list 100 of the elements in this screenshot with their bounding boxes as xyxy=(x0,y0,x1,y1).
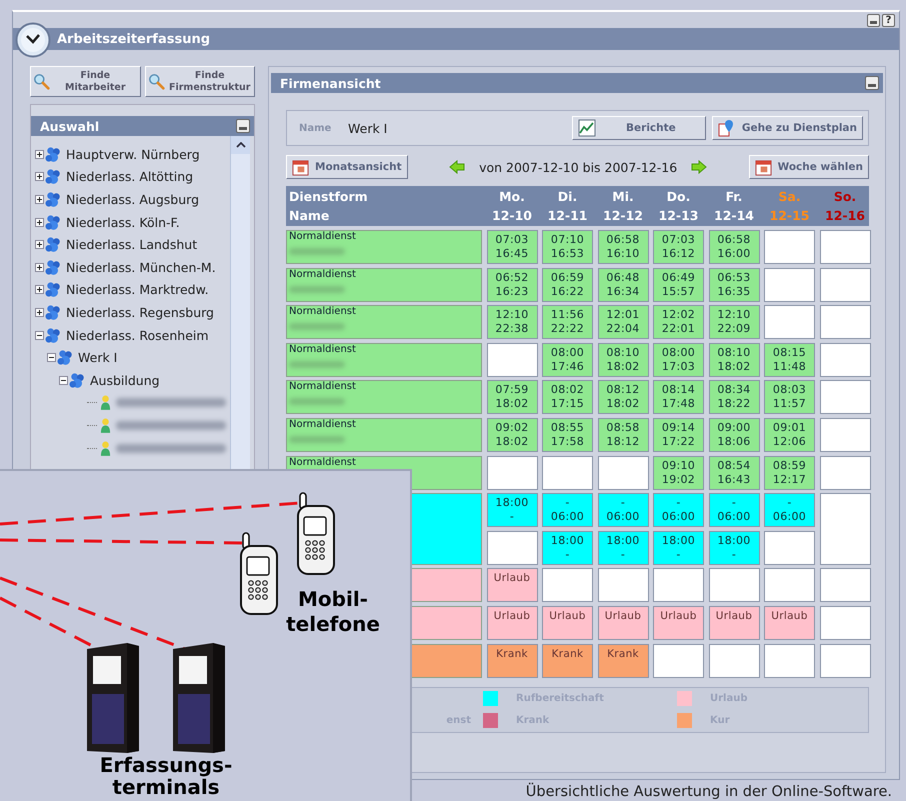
expand-toggle[interactable] xyxy=(35,240,44,250)
tree-item[interactable]: Niederlass. Regensburg xyxy=(66,304,214,320)
tree-item[interactable]: Niederlass. Rosenheim xyxy=(66,328,209,343)
caption: Übersichtliche Auswertung in der Online-Software. xyxy=(526,783,892,801)
time-cell: 08:00 17:03 xyxy=(653,342,704,377)
time-cell: - 06:00 xyxy=(542,493,593,528)
time-cell: 06:48 16:34 xyxy=(598,268,648,302)
device-label: Erfassungs- terminals xyxy=(98,754,234,798)
time-cell: 08:10 18:02 xyxy=(598,342,648,377)
month-view-button[interactable]: Monatsansicht xyxy=(286,155,408,179)
time-cell: 12:01 22:04 xyxy=(598,305,648,340)
expand-toggle[interactable] xyxy=(35,194,44,204)
time-cell: 18:00 - xyxy=(486,493,538,528)
column-header: Di. 12-11 xyxy=(546,188,588,225)
calendar-icon xyxy=(292,158,309,176)
time-cell: 06:58 16:10 xyxy=(598,230,648,264)
time-cell: 06:58 16:00 xyxy=(708,230,760,264)
expand-toggle[interactable] xyxy=(35,285,44,294)
expand-toggle[interactable] xyxy=(35,172,44,182)
time-cell: Urlaub xyxy=(542,606,593,640)
time-cell: Urlaub xyxy=(486,568,538,602)
group-icon xyxy=(45,214,62,231)
time-cell: Krank xyxy=(598,644,648,678)
tree-item[interactable]: Niederlass. Köln-F. xyxy=(66,214,180,230)
time-cell: 06:59 16:22 xyxy=(542,268,593,302)
panel-title: Auswahl xyxy=(40,118,100,134)
person-icon xyxy=(100,440,111,457)
reports-button[interactable]: Berichte xyxy=(572,116,706,140)
tree-item[interactable]: Niederlass. Altötting xyxy=(66,169,194,184)
tree-item[interactable]: Niederlass. München-M. xyxy=(66,260,216,275)
map-pin-icon xyxy=(718,119,736,137)
week-select-button[interactable]: Woche wählen xyxy=(748,155,869,179)
group-icon xyxy=(45,258,62,276)
tree-item[interactable]: Ausbildung xyxy=(90,372,160,388)
column-header: So. 12-16 xyxy=(824,188,866,225)
time-cell: Urlaub xyxy=(598,606,648,640)
expand-toggle[interactable] xyxy=(35,308,44,317)
time-cell: 18:00 - xyxy=(598,530,648,565)
panel-title: Firmenansicht xyxy=(280,76,381,90)
time-cell: 12:10 22:38 xyxy=(486,305,538,340)
time-cell: 08:12 18:02 xyxy=(598,380,648,414)
time-cell: Urlaub xyxy=(708,606,760,640)
column-header: Do. 12-13 xyxy=(658,188,700,225)
time-cell: 09:10 19:02 xyxy=(653,456,704,490)
collapse-toggle[interactable] xyxy=(47,353,56,362)
column-header: Sa. 12-15 xyxy=(768,188,810,225)
time-cell: 09:01 12:06 xyxy=(764,418,815,452)
tree-item[interactable]: Hauptverw. Nürnberg xyxy=(66,146,200,162)
time-cell: 08:02 17:15 xyxy=(542,380,593,414)
time-cell: 08:14 17:48 xyxy=(653,380,704,414)
time-cell: 07:03 16:45 xyxy=(486,230,538,264)
find-button[interactable]: Finde Firmenstruktur xyxy=(144,66,255,97)
chart-icon xyxy=(578,119,596,137)
device-label: Mobil- telefone xyxy=(285,587,381,637)
expand-toggle[interactable] xyxy=(35,218,44,227)
time-cell: 12:02 22:01 xyxy=(653,305,704,340)
scroll-up-button[interactable] xyxy=(231,136,250,154)
roster-button[interactable]: Gehe zu Dienstplan xyxy=(712,116,863,140)
minimize-button[interactable] xyxy=(865,76,879,90)
field-value: Werk I xyxy=(348,120,388,136)
time-cell: - 06:00 xyxy=(598,493,648,528)
find-button[interactable]: Finde Mitarbeiter xyxy=(30,66,140,97)
tree-item[interactable]: Niederlass. Landshut xyxy=(66,237,198,252)
time-cell: - 06:00 xyxy=(653,493,704,528)
expand-toggle[interactable] xyxy=(35,150,44,159)
time-cell: 06:52 16:23 xyxy=(486,268,538,302)
name-cell: Normaldienst xyxy=(286,268,482,302)
tree-item[interactable]: Niederlass. Augsburg xyxy=(66,192,200,207)
time-cell: Urlaub xyxy=(764,606,815,640)
name-cell: Normaldienst xyxy=(286,230,482,264)
expand-toggle[interactable] xyxy=(35,262,44,272)
minimize-button[interactable] xyxy=(867,14,880,26)
window-title: Arbeitszeiterfassung xyxy=(57,32,210,46)
search-icon xyxy=(33,72,51,90)
time-cell: 18:00 - xyxy=(542,530,593,565)
column-header: Mi. 12-12 xyxy=(602,188,644,225)
column-header: Mo. 12-10 xyxy=(491,188,533,225)
time-cell: 08:54 16:43 xyxy=(708,456,760,490)
collapse-toggle[interactable] xyxy=(35,330,44,340)
time-cell: 12:10 22:09 xyxy=(708,305,760,340)
time-cell: 08:00 17:46 xyxy=(542,342,593,377)
time-cell: - 06:00 xyxy=(764,493,815,528)
tree-item[interactable]: Niederlass. Marktredw. xyxy=(66,282,209,298)
group-icon xyxy=(57,349,74,366)
name-cell: Normaldienst xyxy=(286,305,482,340)
clock-icon xyxy=(15,22,51,58)
time-cell: 08:15 11:48 xyxy=(764,342,815,377)
minimize-button[interactable] xyxy=(236,119,250,133)
group-icon xyxy=(45,146,62,163)
time-cell: 06:49 15:57 xyxy=(653,268,704,302)
time-cell: 09:00 18:06 xyxy=(708,418,760,452)
help-button[interactable]: ? xyxy=(882,14,895,26)
tree-item[interactable]: Werk I xyxy=(78,350,118,366)
time-cell: Krank xyxy=(542,644,593,678)
search-icon xyxy=(148,72,166,90)
time-cell: 18:00 - xyxy=(708,530,760,565)
collapse-toggle[interactable] xyxy=(59,376,68,385)
group-icon xyxy=(45,326,62,344)
time-cell: Urlaub xyxy=(653,606,704,640)
time-cell: 08:10 18:02 xyxy=(708,342,760,377)
